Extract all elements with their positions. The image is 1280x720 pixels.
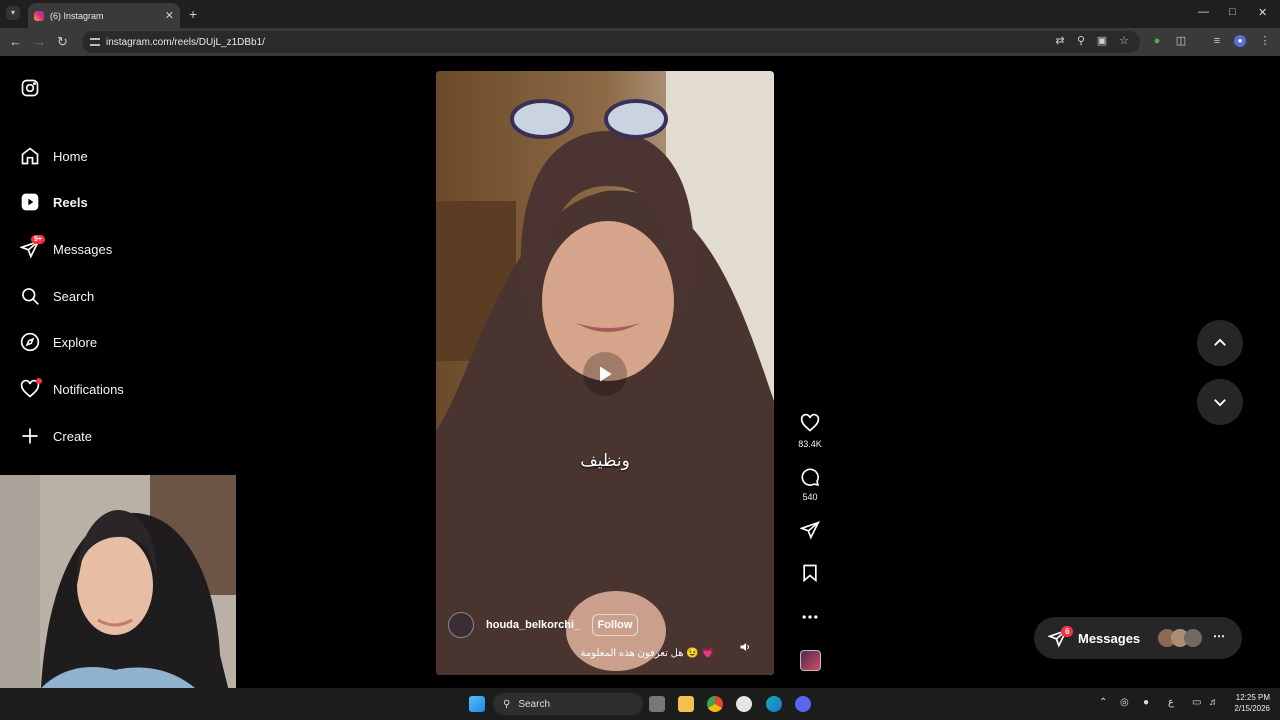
minimize-icon[interactable]: — <box>1198 6 1209 18</box>
browser-tab[interactable]: (6) Instagram ✕ <box>28 3 180 28</box>
reel-video[interactable]: ونظيف houda_belkorchi_ Follow هل تعرفون … <box>436 71 774 675</box>
file-explorer-icon[interactable] <box>678 696 694 712</box>
chevron-down-icon <box>1214 399 1226 407</box>
play-button[interactable] <box>583 352 627 396</box>
messages-pill-label: Messages <box>1078 630 1141 646</box>
share-paper-plane-icon <box>799 521 820 540</box>
network-icon[interactable]: ◎ <box>1120 697 1129 708</box>
sidebar-item-create[interactable]: Create <box>20 423 92 449</box>
chrome-icon[interactable] <box>707 696 723 712</box>
sidebar-item-explore[interactable]: Explore <box>20 329 97 355</box>
play-icon <box>600 366 612 382</box>
reel-username[interactable]: houda_belkorchi_ <box>486 619 580 631</box>
bookmark-star-icon[interactable]: ☆ <box>1118 35 1130 47</box>
like-button[interactable] <box>798 413 822 438</box>
sidebar-item-search[interactable]: Search <box>20 283 94 309</box>
instagram-favicon-icon <box>34 10 44 21</box>
browser-menu-icon[interactable]: ⋮ <box>1259 35 1271 47</box>
task-view-icon[interactable] <box>649 696 665 712</box>
sidebar-item-label: Create <box>53 428 93 444</box>
sidebar-item-label: Explore <box>53 334 98 350</box>
next-reel-button[interactable] <box>1197 379 1243 425</box>
comment-button[interactable] <box>798 467 822 492</box>
reel-caption[interactable]: هل تعرفون هذه المعلومة 😉 💗 <box>554 648 714 659</box>
profile-avatar-icon[interactable]: ● <box>1234 35 1246 47</box>
browser-tab-bar: ▾ (6) Instagram ✕ + — □ ✕ <box>0 0 1280 28</box>
search-icon <box>22 288 39 305</box>
speaker-icon <box>740 643 749 651</box>
sidebar-item-home[interactable]: Home <box>20 143 88 169</box>
webcam-overlay <box>0 475 236 720</box>
sidebar-item-label: Messages <box>53 241 113 257</box>
reload-icon[interactable]: ↻ <box>57 35 68 49</box>
previous-reel-button[interactable] <box>1197 320 1243 366</box>
edge-icon[interactable] <box>766 696 782 712</box>
audio-track-thumbnail[interactable] <box>800 650 821 671</box>
comment-count[interactable]: 540 <box>788 492 832 502</box>
tray-overflow-icon[interactable]: ⌃ <box>1099 697 1107 708</box>
messages-badge: 9+ <box>31 235 45 244</box>
save-button[interactable] <box>798 563 822 588</box>
keyboard-language-icon[interactable]: ع <box>1168 697 1174 708</box>
shield-extension-icon[interactable]: ● <box>1151 35 1163 47</box>
sidebar-item-label: Home <box>53 148 88 164</box>
taskbar-search-label: Search <box>518 698 551 710</box>
discord-icon[interactable] <box>795 696 811 712</box>
avatar <box>1184 629 1202 647</box>
like-count[interactable]: 83.4K <box>788 439 832 449</box>
reels-icon <box>21 193 39 211</box>
sidebar-item-label: Notifications <box>53 381 124 397</box>
address-bar[interactable]: instagram.com/reels/DUjL_z1DBb1/ <box>82 31 1140 53</box>
mute-button[interactable] <box>739 641 751 656</box>
messages-pill[interactable]: Messages ⋯ <box>1034 617 1242 659</box>
heart-icon <box>800 413 820 432</box>
plus-icon <box>22 428 38 444</box>
close-tab-icon[interactable]: ✕ <box>165 9 174 22</box>
sidebar-item-label: Reels <box>53 194 88 210</box>
bookmark-icon <box>803 564 817 583</box>
chrome-canary-icon[interactable] <box>736 696 752 712</box>
sidebar-item-reels[interactable]: Reels <box>20 189 88 215</box>
volume-icon[interactable]: ♬ <box>1209 697 1219 708</box>
instagram-logo-icon[interactable] <box>20 78 40 103</box>
tab-list-button[interactable]: ▾ <box>6 6 20 20</box>
translate-icon[interactable]: ⇄ <box>1054 35 1066 47</box>
clock-date: 2/15/2026 <box>1234 704 1270 713</box>
windows-start-icon[interactable] <box>469 696 485 712</box>
author-avatar[interactable] <box>448 612 474 638</box>
search-icon: ⚲ <box>503 698 511 710</box>
display-icon[interactable]: ▭ <box>1192 697 1201 708</box>
reel-overlay-caption: ونظيف <box>580 451 630 470</box>
more-options-button[interactable] <box>798 607 822 632</box>
follow-button[interactable]: Follow <box>592 614 638 636</box>
compass-icon <box>20 332 40 352</box>
notifications-dot <box>36 378 42 384</box>
forward-icon[interactable]: → <box>33 35 46 49</box>
tab-title: (6) Instagram <box>50 10 104 21</box>
share-button[interactable] <box>798 520 822 545</box>
zoom-icon[interactable]: ⚲ <box>1075 35 1087 47</box>
chevron-up-icon <box>1214 338 1226 346</box>
restore-icon[interactable]: □ <box>1229 6 1236 18</box>
url-text: instagram.com/reels/DUjL_z1DBb1/ <box>106 36 265 48</box>
comment-icon <box>801 468 820 487</box>
close-window-icon[interactable]: ✕ <box>1258 6 1267 19</box>
media-control-icon[interactable]: ≡ <box>1211 35 1223 47</box>
system-clock[interactable]: 12:25 PM 2/15/2026 <box>1228 692 1270 714</box>
clock-time: 12:25 PM <box>1235 693 1270 702</box>
extensions-icon[interactable]: ◫ <box>1175 35 1187 47</box>
home-icon <box>21 147 39 165</box>
more-dots-icon: ⋯ <box>1213 629 1225 643</box>
more-dots-icon <box>802 615 818 619</box>
new-tab-button[interactable]: + <box>189 6 197 22</box>
site-info-icon[interactable] <box>90 38 100 46</box>
taskbar-search[interactable]: ⚲ Search <box>493 693 643 715</box>
back-icon[interactable]: ← <box>9 35 22 49</box>
sidebar-item-label: Search <box>53 288 95 304</box>
microphone-icon[interactable]: ● <box>1143 697 1149 708</box>
install-app-icon[interactable]: ▣ <box>1096 35 1108 47</box>
